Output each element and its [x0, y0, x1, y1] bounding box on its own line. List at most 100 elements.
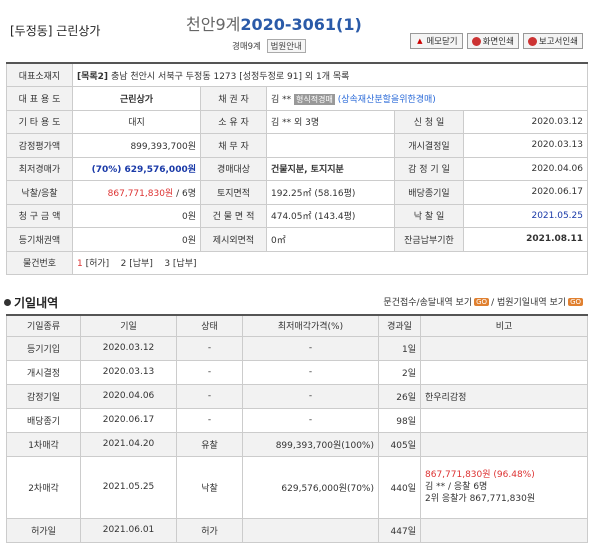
schedule-table: 기일종류 기일 상태 최저매각가격(%) 경과일 비고 등기기입 2020.03… [6, 314, 588, 543]
item-no-1-number: 1 [77, 259, 83, 270]
info-label: 감 정 기 일 [394, 156, 464, 181]
info-value: 2021.08.11 [463, 227, 588, 252]
case-number: 2020-3061(1) [240, 15, 362, 34]
case-header: [두정동] 근린상가 천안9계2020-3061(1) 경매9계 법원안내 ▲ … [0, 0, 589, 62]
memo-close-button[interactable]: ▲ 메모닫기 [410, 33, 463, 49]
info-label: 토지면적 [200, 180, 267, 205]
info-row: 최저경매가 (70%) 629,576,000원 경매대상 건물지분, 토지지분… [6, 156, 588, 181]
info-label: 경매대상 [200, 156, 267, 181]
memo-close-label: 메모닫기 [426, 37, 458, 47]
cell-kind: 1차매각 [6, 431, 81, 457]
info-label: 낙 찰 일 [394, 203, 464, 228]
item-no-1[interactable]: 1 [허가] [77, 259, 109, 269]
info-label: 채 권 자 [200, 86, 267, 111]
bullet-icon [4, 299, 11, 306]
sub-court: 경매9계 [232, 42, 261, 52]
print-screen-label: 화면인쇄 [482, 37, 514, 47]
cell-price [242, 517, 379, 543]
print-icon [471, 36, 481, 46]
court-name: 천안9계 [186, 15, 241, 34]
info-row: 청 구 금 액 0원 건 물 면 적 474.05㎡ (143.4평) 낙 찰 … [6, 203, 588, 228]
print-report-button[interactable]: 보고서인쇄 [522, 33, 583, 49]
rep-address-value: [목록2] 충남 천안시 서북구 두정동 1273 [성정두정로 91] 외 1… [72, 62, 588, 87]
cell-status: 낙찰 [176, 455, 243, 519]
memo-icon: ▲ [417, 36, 423, 45]
cell-status: - [176, 407, 243, 433]
info-label: 낙찰/응찰 [6, 180, 73, 205]
cell-kind: 등기기입 [6, 335, 81, 361]
cell-status: - [176, 383, 243, 409]
info-label: 감정평가액 [6, 133, 73, 158]
info-value: 2020.03.12 [463, 109, 588, 134]
print-screen-button[interactable]: 화면인쇄 [466, 33, 519, 49]
cell-date: 2021.05.25 [80, 455, 177, 519]
item-no-2-number: 2 [120, 259, 127, 270]
cell-kind: 감정기일 [6, 383, 81, 409]
column-header: 기일종류 [6, 314, 81, 337]
info-label: 청 구 금 액 [6, 203, 73, 228]
cell-date: 2020.06.17 [80, 407, 177, 433]
formal-auction-badge: 형식적경매 [294, 93, 335, 105]
item-no-list: 1 [허가] 2 [납부] 3 [납부] [72, 250, 588, 275]
report-icon [527, 36, 537, 46]
info-label: 등기채권액 [6, 227, 73, 252]
cell-date: 2021.06.01 [80, 517, 177, 543]
section-title-text: 기일내역 [14, 296, 59, 310]
cell-price: 899,393,700원(100%) [242, 431, 379, 457]
column-header: 기일 [80, 314, 177, 337]
cell-status: 유찰 [176, 431, 243, 457]
table-row: 2차매각 2021.05.25 낙찰 629,576,000원(70%) 440… [6, 455, 588, 519]
sale-date-link[interactable]: 2021.05.25 [463, 203, 588, 228]
item-no-3-status: [납부] [172, 259, 197, 270]
item-no-label: 물건번호 [6, 250, 73, 275]
info-row-address: 대표소재지 [목록2] 충남 천안시 서북구 두정동 1273 [성정두정로 9… [6, 62, 588, 87]
table-row: 배당종기 2020.06.17 - - 98일 [6, 407, 588, 433]
cell-note [420, 335, 588, 361]
min-price-amount: 629,576,000원 [124, 165, 196, 176]
go-button-2[interactable]: GO [568, 297, 583, 306]
info-value: 김 ** 외 3명 [266, 109, 395, 134]
info-label: 기 타 용 도 [6, 109, 73, 134]
second-bid-note: 2위 응찰가 867,771,830원 [425, 494, 536, 504]
court-schedule-link[interactable]: / 법원기일내역 보기 [491, 295, 566, 308]
column-header: 상태 [176, 314, 243, 337]
cell-kind: 배당종기 [6, 407, 81, 433]
info-label: 채 무 자 [200, 133, 267, 158]
info-value: 0원 [72, 203, 201, 228]
column-header: 비고 [420, 314, 588, 337]
info-value: 899,393,700원 [72, 133, 201, 158]
info-value: 2020.06.17 [463, 180, 588, 205]
info-row: 감정평가액 899,393,700원 채 무 자 개시결정일 2020.03.1… [6, 133, 588, 158]
info-value [266, 133, 395, 158]
info-label: 신 청 일 [394, 109, 464, 134]
info-label: 제시외면적 [200, 227, 267, 252]
table-row: 감정기일 2020.04.06 - - 26일 한우리감정 [6, 383, 588, 409]
info-value: 대지 [72, 109, 201, 134]
info-value: 474.05㎡ (143.4평) [266, 203, 395, 228]
min-price-pct: (70%) [91, 165, 122, 176]
cell-days: 98일 [378, 407, 421, 433]
property-location-title: [두정동] 근린상가 [10, 24, 101, 38]
cell-date: 2020.03.12 [80, 335, 177, 361]
court-info-button[interactable]: 법원안내 [266, 39, 306, 53]
table-row: 1차매각 2021.04.20 유찰 899,393,700원(100%) 40… [6, 431, 588, 457]
winning-bid-note: 867,771,830원 (96.48%) [425, 470, 535, 480]
section-title: 기일내역 [4, 294, 58, 311]
cell-price: 629,576,000원(70%) [242, 455, 379, 519]
cell-kind: 개시결정 [6, 359, 81, 385]
rep-address-text: 충남 천안시 서북구 두정동 1273 [성정두정로 91] 외 1개 목록 [110, 71, 350, 82]
rep-address-prefix: [목록2] [77, 71, 109, 82]
section-links: 문건접수/송달내역 보기 GO / 법원기일내역 보기 GO [383, 295, 583, 308]
go-button-1[interactable]: GO [474, 297, 490, 306]
info-row: 낙찰/응찰 867,771,830원 / 6명 토지면적 192.25㎡ (58… [6, 180, 588, 205]
info-label: 개시결정일 [394, 133, 464, 158]
formal-auction-note: (상속재산분할을위한경매) [337, 94, 436, 105]
item-no-2[interactable]: 2 [납부] [121, 259, 153, 269]
cell-price: - [242, 383, 379, 409]
info-row-item-no: 물건번호 1 [허가] 2 [납부] 3 [납부] [6, 250, 588, 275]
info-value: 0㎡ [266, 227, 395, 252]
cell-note [420, 407, 588, 433]
document-history-link[interactable]: 문건접수/송달내역 보기 [383, 295, 472, 308]
schedule-header-row: 기일종류 기일 상태 최저매각가격(%) 경과일 비고 [6, 314, 588, 337]
item-no-3[interactable]: 3 [납부] [164, 259, 196, 269]
